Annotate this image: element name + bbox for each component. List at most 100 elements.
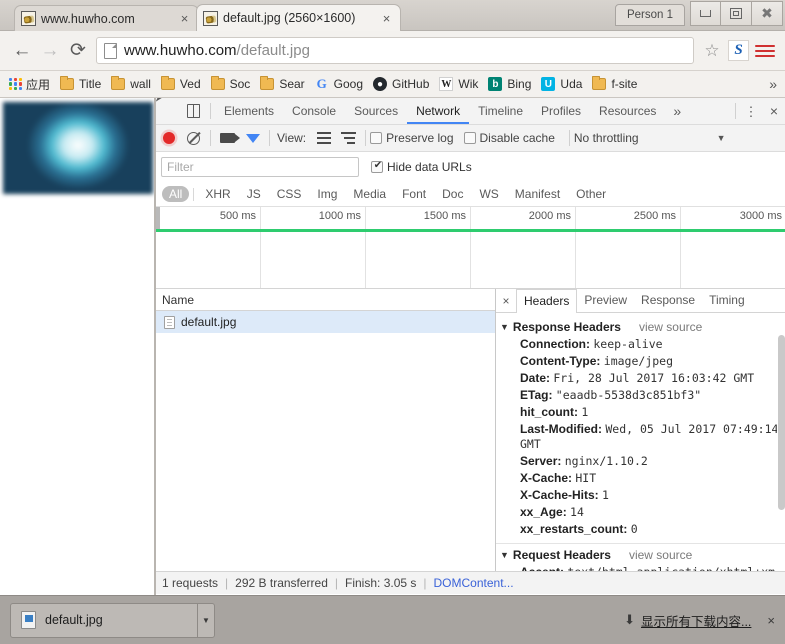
download-item[interactable]: default.jpg ▼ (10, 602, 215, 638)
bookmark-item-wik[interactable]: W Wik (434, 75, 483, 93)
address-bar[interactable]: www.huwho.com/default.jpg (96, 37, 694, 64)
forward-button[interactable]: → (36, 37, 64, 65)
tab-profiles[interactable]: Profiles (532, 98, 590, 124)
clear-button[interactable] (181, 126, 206, 151)
response-headers-section-title[interactable]: ▼ Response Headers view source (496, 318, 785, 336)
header-name: Content-Type: (520, 354, 601, 368)
show-all-downloads-link[interactable]: 显示所有下载内容... (641, 611, 751, 630)
close-button[interactable]: ✖ (752, 1, 783, 26)
profile-chip[interactable]: Person 1 (614, 4, 685, 26)
type-filter-css[interactable]: CSS (270, 186, 309, 202)
browser-tab-1[interactable]: default.jpg (2560×1600) × (196, 4, 401, 31)
tab-timing[interactable]: Timing (702, 289, 752, 312)
tab-preview[interactable]: Preview (577, 289, 634, 312)
requests-pane: Name default.jpg (156, 289, 496, 571)
filter-toggle-icon[interactable] (240, 126, 265, 157)
panels-overflow-icon[interactable]: » (665, 103, 689, 119)
bookmark-item-bing[interactable]: b Bing (483, 75, 536, 93)
bookmark-item-wall[interactable]: wall (106, 75, 156, 93)
view-source-link[interactable]: view source (639, 320, 702, 334)
view-source-link[interactable]: view source (629, 548, 692, 562)
bookmark-item-ved[interactable]: Ved (156, 75, 206, 93)
inspect-element-icon[interactable] (156, 99, 181, 124)
tab-timeline[interactable]: Timeline (469, 98, 532, 124)
record-button[interactable] (156, 126, 181, 151)
bookmark-apps[interactable]: 应用 (4, 74, 55, 95)
list-view-icon[interactable] (311, 126, 336, 151)
type-filter-doc[interactable]: Doc (435, 186, 470, 202)
type-filter-img[interactable]: Img (310, 186, 344, 202)
filter-input[interactable] (161, 157, 359, 177)
close-icon: ✖ (761, 5, 773, 21)
bookmark-item-f-site[interactable]: f-site (587, 75, 642, 93)
bookmarks-overflow-icon[interactable]: » (769, 76, 781, 92)
throttling-select[interactable]: No throttling ▼ (574, 131, 726, 145)
browser-tab-0[interactable]: www.huwho.com × (14, 5, 199, 31)
waterfall-view-icon[interactable] (336, 126, 361, 151)
type-filter-all[interactable]: All (162, 186, 190, 202)
devtools-toolbar-right: ⋮ × (731, 103, 785, 119)
image-viewer[interactable] (3, 102, 153, 194)
toolbar-divider (269, 130, 270, 146)
extension-icon[interactable]: S (728, 40, 749, 61)
details-scrollbar[interactable] (777, 335, 785, 510)
download-menu-icon[interactable]: ▼ (197, 603, 214, 637)
bookmark-item-uda[interactable]: U Uda (536, 75, 587, 93)
reload-button[interactable]: ⟳ (64, 37, 92, 65)
type-filter-font[interactable]: Font (395, 186, 433, 202)
devtools-panel: Elements Console Sources Network Timelin… (155, 98, 785, 595)
bookmark-item-github[interactable]: ● GitHub (368, 75, 434, 93)
more-options-icon[interactable]: ⋮ (740, 105, 762, 118)
page-info-icon[interactable] (104, 42, 117, 59)
table-row[interactable]: default.jpg (156, 311, 495, 333)
type-filter-js[interactable]: JS (240, 186, 268, 202)
type-filter-ws[interactable]: WS (472, 186, 505, 202)
devtools-close-icon[interactable]: × (762, 103, 785, 119)
maximize-icon (730, 8, 742, 19)
tab-close-icon[interactable]: × (177, 11, 192, 26)
toolbar-divider (735, 103, 736, 119)
type-filter-manifest[interactable]: Manifest (508, 186, 567, 202)
header-row: Content-Type: image/jpeg (496, 353, 785, 370)
devtools-toolbar: Elements Console Sources Network Timelin… (156, 98, 785, 125)
type-filter-other[interactable]: Other (569, 186, 613, 202)
capture-screenshots-icon[interactable] (215, 126, 240, 151)
tab-headers[interactable]: Headers (516, 289, 578, 313)
bookmark-item-title[interactable]: Title (55, 75, 106, 93)
bookmark-item-sear[interactable]: Sear (255, 75, 309, 93)
tab-elements[interactable]: Elements (215, 98, 283, 124)
header-name: ETag: (520, 388, 553, 402)
type-filter-media[interactable]: Media (346, 186, 393, 202)
hide-data-urls-checkbox[interactable]: Hide data URLs (371, 160, 472, 174)
header-row: Server: nginx/1.10.2 (496, 453, 785, 470)
chrome-menu-icon[interactable] (753, 42, 777, 60)
status-divider: | (225, 576, 229, 590)
type-filter-xhr[interactable]: XHR (198, 186, 237, 202)
tab-console[interactable]: Console (283, 98, 345, 124)
tab-resources[interactable]: Resources (590, 98, 665, 124)
request-headers-section-title[interactable]: ▼ Request Headers view source (496, 546, 785, 564)
details-close-icon[interactable]: × (496, 294, 516, 308)
tab-network[interactable]: Network (407, 98, 470, 124)
preserve-log-checkbox[interactable]: Preserve log (370, 131, 454, 145)
tab-close-icon[interactable]: × (379, 11, 394, 26)
bookmark-item-goog[interactable]: G Goog (310, 75, 368, 93)
overview-grid (156, 232, 785, 288)
back-button[interactable]: ← (8, 37, 36, 65)
requests-column-header[interactable]: Name (156, 289, 495, 311)
network-overview[interactable]: 500 ms 1000 ms 1500 ms 2000 ms 2500 ms 3… (156, 207, 785, 289)
disable-cache-checkbox[interactable]: Disable cache (463, 131, 555, 145)
bookmark-star-icon[interactable]: ☆ (700, 41, 724, 61)
preserve-log-label: Preserve log (386, 131, 454, 145)
tab-response[interactable]: Response (634, 289, 702, 312)
header-row: Accept: text/html,application/xhtml+xm (496, 564, 785, 571)
minimize-button[interactable] (690, 1, 721, 26)
bookmark-label: Soc (229, 77, 251, 91)
device-toolbar-icon[interactable] (181, 99, 206, 124)
status-domcontentloaded[interactable]: DOMContent... (434, 576, 514, 590)
bookmark-item-soc[interactable]: Soc (206, 75, 256, 93)
window-controls: ✖ (690, 1, 783, 26)
maximize-button[interactable] (721, 1, 752, 26)
tab-sources[interactable]: Sources (345, 98, 407, 124)
shelf-close-icon[interactable]: × (767, 613, 775, 628)
